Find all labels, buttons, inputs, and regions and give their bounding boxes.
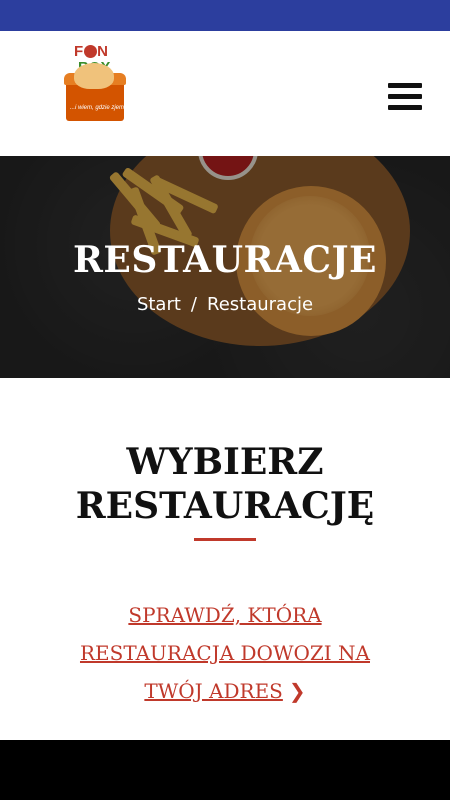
hamburger-icon[interactable] [388, 83, 422, 111]
breadcrumb-separator: / [190, 294, 197, 315]
hero-banner: RESTAURACJE Start / Restauracje [0, 156, 450, 378]
status-bar [0, 0, 450, 31]
logo-brand-top: FN [74, 43, 110, 60]
section-title: WYBIERZ RESTAURACJĘ [75, 441, 375, 527]
section-divider [194, 538, 256, 541]
breadcrumb-home-link[interactable]: Start [137, 294, 181, 315]
breadcrumb: Start / Restauracje [0, 294, 450, 315]
breadcrumb-current: Restauracje [207, 294, 314, 315]
logo[interactable]: FN BOX ...i wiem, gdzie zjem [60, 43, 130, 133]
footer-bar [0, 740, 450, 800]
header: FN BOX ...i wiem, gdzie zjem [0, 31, 450, 156]
hero-title: RESTAURACJE [73, 239, 377, 281]
logo-chicken-icon [74, 63, 114, 89]
chevron-right-icon: ❯ [288, 679, 306, 703]
logo-slogan: ...i wiem, gdzie zjem [70, 105, 125, 111]
check-delivery-link[interactable]: SPRAWDŹ, KTÓRA RESTAURACJA DOWOZI NA TWÓ… [40, 596, 410, 710]
